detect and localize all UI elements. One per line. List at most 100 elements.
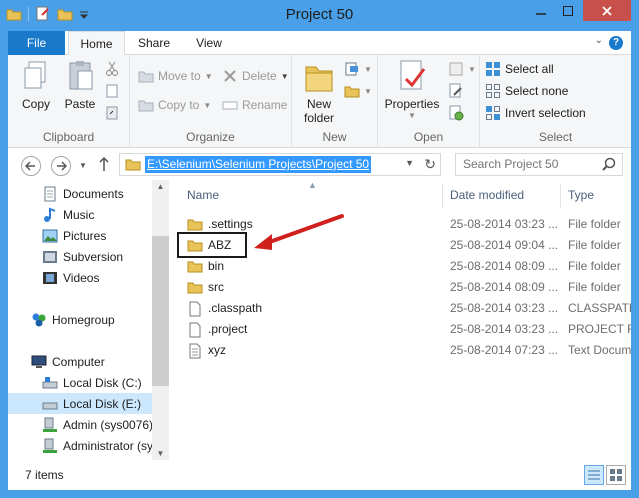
dropdown-arrow-icon: ▼ [203, 100, 212, 110]
open-button[interactable]: ▼ [448, 61, 476, 77]
edit-icon [448, 83, 464, 99]
select-none-button[interactable]: Select none [485, 83, 568, 99]
maximize-button[interactable] [555, 0, 581, 21]
videos-icon [42, 270, 58, 286]
cut-icon[interactable] [104, 61, 120, 77]
folder-icon [187, 259, 203, 273]
tab-view[interactable]: View [188, 31, 230, 55]
nav-item-local-disk-e[interactable]: Local Disk (E:) [8, 393, 152, 414]
column-divider[interactable] [442, 184, 443, 208]
address-dropdown-icon[interactable]: ▼ [405, 158, 414, 168]
nav-item-label: Homegroup [52, 312, 115, 327]
paste-shortcut-icon[interactable] [104, 105, 120, 121]
file-date: 25-08-2014 08:09 ... [450, 259, 559, 273]
file-row-src[interactable]: src 25-08-2014 08:09 ... File folder [170, 277, 631, 298]
minimize-button[interactable] [527, 0, 555, 21]
new-folder-label-2: folder [303, 111, 335, 125]
nav-item-homegroup[interactable]: Homegroup [8, 309, 152, 330]
history-button[interactable] [448, 105, 464, 121]
nav-item-label: Subversion [63, 249, 124, 264]
details-view-button[interactable] [584, 465, 604, 485]
delete-button[interactable]: Delete ▼ [222, 68, 289, 84]
nav-item-label: Admin (sys0076) [63, 417, 152, 432]
column-divider[interactable] [560, 184, 561, 208]
nav-item-label: Computer [52, 354, 105, 369]
file-icon [187, 322, 203, 338]
history-icon [448, 105, 464, 121]
nav-item-documents[interactable]: Documents [8, 183, 152, 204]
column-header-date[interactable]: Date modified [450, 180, 524, 210]
file-row-classpath[interactable]: .classpath 25-08-2014 03:23 ... CLASSPAT… [170, 298, 631, 319]
delete-label: Delete [242, 69, 277, 83]
new-item-button[interactable]: ▼ [344, 61, 372, 77]
scroll-up-icon[interactable]: ▲ [152, 182, 169, 191]
nav-item-pictures[interactable]: Pictures [8, 225, 152, 246]
ribbon: Copy Paste Clipboard Move to ▼ Copy to ▼… [8, 55, 631, 148]
nav-item-local-disk-c[interactable]: Local Disk (C:) [8, 372, 152, 393]
dropdown-arrow-icon: ▼ [408, 111, 416, 120]
address-bar[interactable]: E:\Selenium\Selenium Projects\Project 50… [119, 153, 441, 176]
file-row-xyz[interactable]: xyz 25-08-2014 07:23 ... Text Docum [170, 340, 631, 361]
new-folder-label: New [306, 97, 331, 111]
column-header-name[interactable]: Name [187, 180, 219, 210]
file-row-project[interactable]: .project 25-08-2014 03:23 ... PROJECT Fi [170, 319, 631, 340]
group-organize: Move to ▼ Copy to ▼ Delete ▼ Rename Orga… [130, 55, 292, 148]
group-select: Select all Select none Invert selection … [480, 55, 631, 148]
select-all-button[interactable]: Select all [485, 61, 554, 77]
copy-icon [20, 59, 52, 93]
title-bar: Project 50 [0, 0, 639, 31]
close-button[interactable] [583, 0, 631, 21]
address-path[interactable]: E:\Selenium\Selenium Projects\Project 50 [145, 156, 372, 173]
back-button[interactable] [21, 156, 41, 176]
invert-selection-button[interactable]: Invert selection [485, 105, 586, 121]
collapse-ribbon-icon[interactable]: ⌄ [595, 35, 603, 46]
nav-item-subversion[interactable]: Subversion [8, 246, 152, 267]
edit-button[interactable] [448, 83, 464, 99]
search-box[interactable] [455, 153, 623, 176]
nav-item-label: Music [63, 207, 95, 222]
copy-to-button[interactable]: Copy to ▼ [138, 97, 211, 113]
rename-button[interactable]: Rename [222, 97, 287, 113]
column-header-type[interactable]: Type [568, 180, 594, 210]
group-clipboard: Copy Paste Clipboard [8, 55, 130, 148]
help-icon[interactable]: ? [609, 36, 623, 50]
file-date: 25-08-2014 08:09 ... [450, 280, 559, 294]
tab-home[interactable]: Home [68, 31, 125, 56]
search-input[interactable] [456, 154, 596, 174]
nav-pane-scrollbar[interactable]: ▲ ▼ [152, 180, 169, 460]
copy-button[interactable]: Copy [14, 59, 58, 111]
forward-button[interactable] [51, 156, 71, 176]
large-icons-view-button[interactable] [606, 465, 626, 485]
nav-item-music[interactable]: Music [8, 204, 152, 225]
up-button[interactable] [98, 156, 110, 175]
nav-item-administrator-drive[interactable]: Administrator (sy [8, 435, 152, 456]
scroll-down-icon[interactable]: ▼ [152, 449, 169, 458]
search-icon [602, 157, 616, 174]
copy-path-icon[interactable] [104, 83, 120, 99]
recent-locations-icon[interactable]: ▼ [79, 161, 87, 170]
move-to-button[interactable]: Move to ▼ [138, 68, 213, 84]
easy-access-button[interactable]: ▼ [344, 83, 372, 99]
nav-item-videos[interactable]: Videos [8, 267, 152, 288]
rename-label: Rename [242, 98, 288, 112]
group-label: Open [413, 130, 444, 144]
tab-share[interactable]: Share [130, 31, 178, 55]
tab-file[interactable]: File [8, 31, 65, 55]
move-to-label: Move to [158, 69, 201, 83]
new-item-icon [344, 61, 360, 77]
paste-button[interactable]: Paste [60, 59, 100, 111]
file-type: PROJECT Fi [568, 322, 631, 336]
paste-label: Paste [64, 97, 96, 111]
properties-button[interactable]: Properties ▼ [382, 59, 442, 120]
delete-icon [222, 68, 238, 84]
pictures-icon [42, 228, 58, 244]
refresh-icon[interactable]: ↻ [424, 156, 436, 173]
disk-icon [42, 375, 58, 391]
nav-item-admin-drive[interactable]: Admin (sys0076) [8, 414, 152, 435]
new-folder-button[interactable]: New folder [298, 59, 340, 125]
scrollbar-thumb[interactable] [152, 236, 169, 386]
file-row-bin[interactable]: bin 25-08-2014 08:09 ... File folder [170, 256, 631, 277]
copy-label: Copy [21, 97, 50, 111]
nav-item-label: Documents [63, 186, 124, 201]
nav-item-computer[interactable]: Computer [8, 351, 152, 372]
